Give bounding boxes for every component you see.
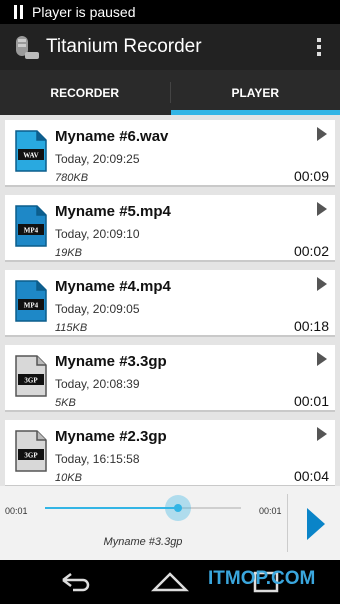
microphone-icon[interactable] — [12, 32, 42, 62]
recording-duration: 00:01 — [293, 393, 329, 409]
recording-item[interactable]: MP4 Myname #4.mp4 Today, 20:09:05 115KB 00:1… — [5, 270, 335, 337]
player-panel: 00:01 00:01 Myname #3.3gp — [0, 486, 340, 560]
svg-text:MP4: MP4 — [24, 227, 39, 235]
recording-date: Today, 20:09:05 — [55, 302, 140, 316]
svg-text:3GP: 3GP — [24, 452, 38, 460]
recording-name: Myname #3.3gp — [55, 353, 167, 370]
app-title: Titanium Recorder — [46, 36, 202, 57]
file-icon: WAV — [15, 130, 47, 172]
svg-text:3GP: 3GP — [24, 377, 38, 385]
recording-size: 10KB — [55, 472, 82, 484]
navigation-bar: ITMOP.COM — [0, 560, 340, 604]
recording-name: Myname #5.mp4 — [55, 203, 171, 220]
recording-size: 19KB — [55, 247, 82, 259]
play-icon[interactable] — [317, 352, 327, 366]
seek-bar-progress — [45, 507, 179, 509]
recording-name: Myname #2.3gp — [55, 428, 167, 445]
player-divider — [287, 494, 288, 552]
recording-duration: 00:18 — [293, 318, 329, 334]
elapsed-time: 00:01 — [5, 506, 28, 516]
recording-date: Today, 16:15:58 — [55, 452, 140, 466]
play-icon[interactable] — [307, 508, 325, 540]
seek-thumb[interactable] — [165, 495, 192, 521]
recording-item[interactable]: MP4 Myname #5.mp4 Today, 20:09:10 19KB 00:02 — [5, 195, 335, 262]
play-icon[interactable] — [317, 277, 327, 291]
recording-name: Myname #4.mp4 — [55, 278, 171, 295]
total-time: 00:01 — [259, 506, 282, 516]
recording-size: 780KB — [55, 172, 89, 184]
recording-date: Today, 20:08:39 — [55, 377, 140, 391]
recording-item[interactable]: 3GP Myname #3.3gp Today, 20:08:39 5KB 00:01 — [5, 345, 335, 412]
file-icon: 3GP — [15, 355, 47, 397]
recording-duration: 00:02 — [293, 243, 329, 259]
svg-text:WAV: WAV — [23, 152, 38, 160]
pause-icon — [6, 0, 30, 24]
recordings-list[interactable]: WAV Myname #6.wav Today, 20:09:25 780KB 00:0… — [0, 115, 340, 486]
recording-size: 115KB — [55, 322, 88, 334]
recording-size: 5KB — [55, 397, 76, 409]
file-icon: MP4 — [15, 205, 47, 247]
play-icon[interactable] — [317, 202, 327, 216]
recording-date: Today, 20:09:10 — [55, 227, 140, 241]
tab-bar: RECORDER PLAYER — [0, 70, 340, 115]
svg-text:MP4: MP4 — [24, 302, 39, 310]
recording-name: Myname #6.wav — [55, 128, 169, 145]
file-icon: MP4 — [15, 280, 47, 322]
status-text: Player is paused — [32, 4, 136, 20]
recording-duration: 00:04 — [293, 468, 329, 484]
back-icon[interactable] — [55, 568, 95, 596]
watermark: ITMOP.COM — [208, 568, 316, 589]
recording-item[interactable]: 3GP Myname #2.3gp Today, 16:15:58 10KB 00:04 — [5, 420, 335, 486]
play-icon[interactable] — [317, 427, 327, 441]
tab-recorder[interactable]: RECORDER — [0, 70, 170, 115]
seek-bar[interactable] — [45, 495, 241, 521]
status-bar: Player is paused — [0, 0, 340, 24]
home-icon[interactable] — [150, 568, 190, 596]
recording-duration: 00:09 — [293, 168, 329, 184]
overflow-menu-icon[interactable] — [304, 24, 334, 70]
action-bar: Titanium Recorder — [0, 24, 340, 70]
recording-item[interactable]: WAV Myname #6.wav Today, 20:09:25 780KB 00:0… — [5, 120, 335, 187]
now-playing-title: Myname #3.3gp — [103, 536, 183, 548]
recording-date: Today, 20:09:25 — [55, 152, 140, 166]
play-icon[interactable] — [317, 127, 327, 141]
file-icon: 3GP — [15, 430, 47, 472]
tab-player[interactable]: PLAYER — [170, 70, 340, 115]
